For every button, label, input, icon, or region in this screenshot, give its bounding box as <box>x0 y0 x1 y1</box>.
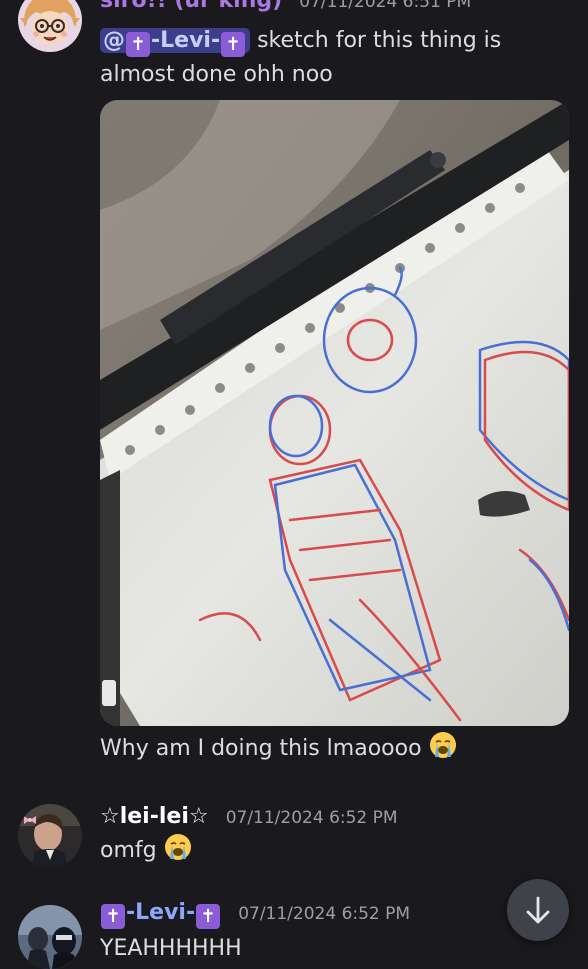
message-caption: Why am I doing this lmaoooo <box>100 731 457 770</box>
user-mention[interactable]: @ ✝ -Levi- ✝ <box>100 28 251 57</box>
loudly-crying-emoji-icon <box>164 833 192 872</box>
avatar-lei-lei[interactable] <box>18 804 82 868</box>
message-group-levi: ✝ -Levi- ✝ 07/11/2024 6:52 PM YEAHHHHHH <box>0 900 588 969</box>
image-attachment[interactable] <box>100 100 569 726</box>
username[interactable]: ✝ -Levi- ✝ <box>100 900 221 929</box>
timestamp: 07/11/2024 6:51 PM <box>299 0 472 12</box>
cross-badge-icon: ✝ <box>101 904 125 929</box>
message-header: ☆lei-lei☆ 07/11/2024 6:52 PM <box>100 804 398 829</box>
loudly-crying-emoji-icon <box>429 731 457 770</box>
message-text: YEAHHHHHH <box>100 936 242 961</box>
username[interactable]: ☆lei-lei☆ <box>100 804 209 829</box>
cross-badge-icon: ✝ <box>196 904 221 929</box>
message-header: ✝ -Levi- ✝ 07/11/2024 6:52 PM <box>100 900 410 929</box>
cross-badge-icon: ✝ <box>221 32 246 57</box>
scroll-to-bottom-button[interactable] <box>507 879 569 941</box>
message-header: siro!! (ur king) 07/11/2024 6:51 PM <box>100 0 471 13</box>
arrow-down-icon <box>507 879 569 945</box>
timestamp: 07/11/2024 6:52 PM <box>238 904 411 924</box>
username[interactable]: siro!! (ur king) <box>100 0 282 13</box>
avatar-levi[interactable] <box>18 905 82 969</box>
message-group-siro: siro!! (ur king) 07/11/2024 6:51 PM @ ✝ -L… <box>0 0 588 780</box>
message-text: @ ✝ -Levi- ✝ sketch for this thing is <box>100 24 501 58</box>
message-text: omfg <box>100 833 192 872</box>
message-text-line-2: almost done ohh noo <box>100 62 333 87</box>
avatar-siro[interactable] <box>18 0 82 52</box>
cross-badge-icon: ✝ <box>126 32 150 57</box>
timestamp: 07/11/2024 6:52 PM <box>225 808 398 828</box>
message-group-lei-lei: ☆lei-lei☆ 07/11/2024 6:52 PM omfg <box>0 800 588 870</box>
